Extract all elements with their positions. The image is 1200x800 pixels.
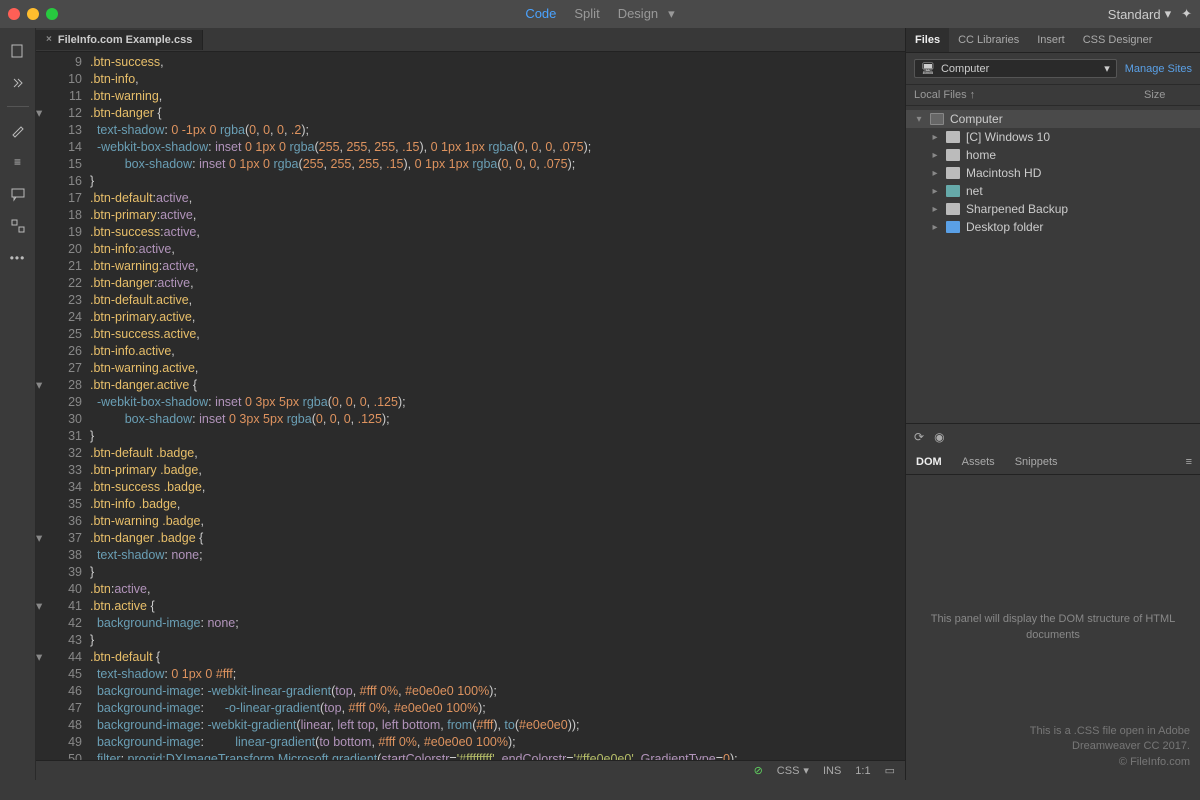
vertical-toolbar: ≡ ••• (0, 28, 36, 780)
close-window-button[interactable] (8, 8, 20, 20)
size-header[interactable]: Size (1144, 89, 1192, 101)
titlebar: Code Split Design ▾ Standard ▾ ✦ (0, 0, 1200, 28)
more-tools-icon[interactable]: ••• (9, 249, 27, 267)
tab-assets[interactable]: Assets (952, 450, 1005, 474)
view-tab-design[interactable]: Design (618, 6, 658, 22)
tree-row[interactable]: ▸[C] Windows 10 (906, 128, 1200, 146)
tab-css-designer[interactable]: CSS Designer (1074, 28, 1162, 52)
expand-collapse-icon[interactable] (9, 74, 27, 92)
watermark: This is a .CSS file open in Adobe Dreamw… (1030, 724, 1190, 770)
tree-row[interactable]: ▸Macintosh HD (906, 164, 1200, 182)
close-tab-icon[interactable]: × (46, 34, 52, 45)
divider (7, 106, 29, 107)
language-selector[interactable]: CSS ▾ (777, 764, 809, 777)
window-controls (8, 8, 58, 20)
file-tab-label: FileInfo.com Example.css (58, 34, 193, 46)
color-picker-icon[interactable] (9, 121, 27, 139)
computer-icon: 🖥 (921, 62, 935, 75)
chevron-down-icon: ▾ (803, 764, 809, 777)
workspace-label: Standard (1108, 7, 1161, 22)
dom-empty-message: This panel will display the DOM structur… (926, 612, 1180, 643)
chevron-down-icon: ▾ (1104, 62, 1110, 75)
tree-row[interactable]: ▸net (906, 182, 1200, 200)
manage-sites-link[interactable]: Manage Sites (1125, 63, 1192, 75)
code-content[interactable]: .btn-success,.btn-info,.btn-warning,.btn… (90, 52, 905, 760)
files-panel-tabs: Files CC Libraries Insert CSS Designer (906, 28, 1200, 53)
tab-insert[interactable]: Insert (1028, 28, 1074, 52)
preview-icon[interactable]: ▭ (885, 764, 895, 777)
sync-settings-icon[interactable]: ✦ (1181, 6, 1192, 22)
syntax-ok-icon: ⊘ (754, 764, 763, 777)
workspace-switcher[interactable]: Standard ▾ (1108, 6, 1171, 22)
file-list-headers: Local Files ↑ Size (906, 85, 1200, 106)
dom-panel-tabs: DOM Assets Snippets ≡ (906, 450, 1200, 475)
line-number-gutter: 9101112▾13141516171819202122232425262728… (36, 52, 90, 760)
view-mode-tabs: Code Split Design ▾ (525, 6, 674, 22)
tab-dom[interactable]: DOM (906, 450, 952, 474)
maximize-window-button[interactable] (46, 8, 58, 20)
view-dropdown-icon[interactable]: ▾ (668, 6, 675, 22)
tree-row[interactable]: ▸Sharpened Backup (906, 200, 1200, 218)
tab-files[interactable]: Files (906, 28, 949, 52)
file-tab-bar: × FileInfo.com Example.css (36, 28, 905, 52)
tree-row[interactable]: ▾Computer (906, 110, 1200, 128)
dom-panel-body: This panel will display the DOM structur… (906, 475, 1200, 780)
ftp-log-icon[interactable]: ◉ (934, 430, 944, 444)
view-tab-code[interactable]: Code (525, 6, 556, 22)
right-panel: Files CC Libraries Insert CSS Designer 🖥… (905, 28, 1200, 780)
file-tree: ▾Computer▸[C] Windows 10▸home▸Macintosh … (906, 106, 1200, 240)
status-bar: ⊘ CSS ▾ INS 1:1 ▭ (36, 760, 905, 780)
local-files-header[interactable]: Local Files ↑ (914, 89, 1144, 101)
view-tab-split[interactable]: Split (574, 6, 599, 22)
panel-menu-icon[interactable]: ≡ (1176, 450, 1200, 474)
chevron-down-icon: ▾ (1165, 6, 1172, 22)
refresh-icon[interactable]: ⟳ (914, 430, 924, 444)
format-icon[interactable]: ≡ (9, 153, 27, 171)
cursor-position-label: 1:1 (855, 765, 870, 777)
tab-cc-libraries[interactable]: CC Libraries (949, 28, 1028, 52)
tree-row[interactable]: ▸Desktop folder (906, 218, 1200, 236)
files-panel-footer: ⟳ ◉ (906, 423, 1200, 450)
site-selector[interactable]: 🖥 Computer ▾ (914, 59, 1117, 78)
insert-mode-label: INS (823, 765, 841, 777)
tab-snippets[interactable]: Snippets (1005, 450, 1068, 474)
file-tab[interactable]: × FileInfo.com Example.css (36, 30, 203, 50)
file-management-icon[interactable] (9, 42, 27, 60)
minimize-window-button[interactable] (27, 8, 39, 20)
comment-icon[interactable] (9, 185, 27, 203)
site-selector-label: Computer (941, 63, 989, 75)
tree-row[interactable]: ▸home (906, 146, 1200, 164)
code-editor[interactable]: 9101112▾13141516171819202122232425262728… (36, 52, 905, 760)
wrap-icon[interactable] (9, 217, 27, 235)
